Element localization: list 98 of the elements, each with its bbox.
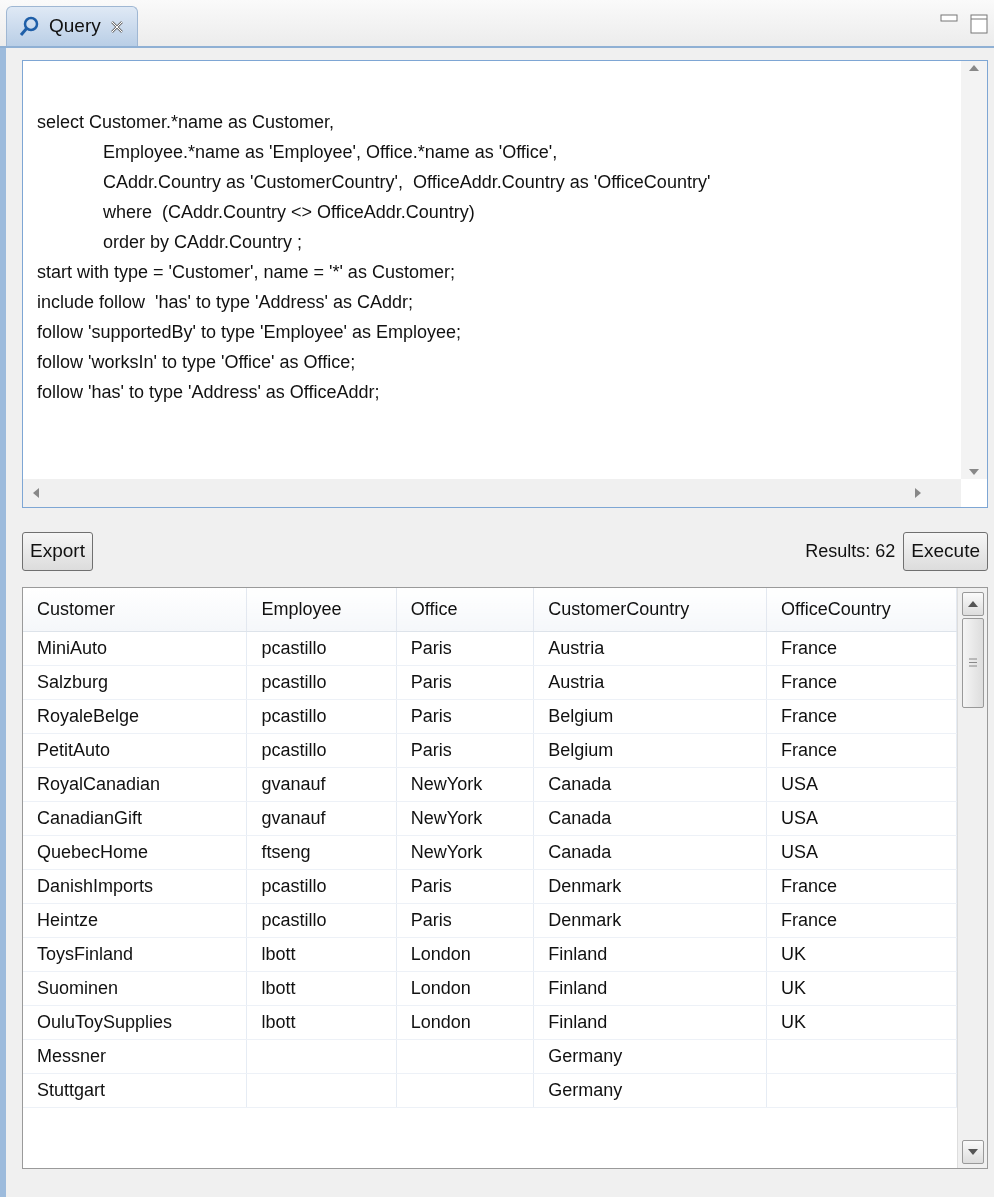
table-cell: PetitAuto xyxy=(37,740,111,760)
table-cell: Heintze xyxy=(37,910,99,930)
table-cell: Denmark xyxy=(548,876,622,896)
table-cell: lbott xyxy=(261,1012,296,1032)
table-cell: Paris xyxy=(410,706,452,726)
table-cell: gvanauf xyxy=(261,808,326,828)
scroll-down-icon[interactable] xyxy=(969,469,979,475)
table-cell: NewYork xyxy=(410,774,483,794)
scroll-up-button[interactable] xyxy=(961,591,984,616)
query-tab[interactable]: Query xyxy=(6,6,138,46)
column-header[interactable]: Employee xyxy=(247,587,397,632)
table-cell: France xyxy=(781,706,838,726)
table-cell: UK xyxy=(781,1012,807,1032)
table-cell: Canada xyxy=(548,808,612,828)
caret-up-icon xyxy=(967,600,978,607)
table-cell: Germany xyxy=(548,1080,623,1100)
table-cell: Salzburg xyxy=(37,672,109,692)
table-cell: NewYork xyxy=(410,842,483,862)
query-line: start with type = 'Customer', name = '*' as Customer; xyxy=(37,261,456,284)
table-cell: USA xyxy=(781,842,819,862)
query-line: where (CAddr.Country <> OfficeAddr.Country) xyxy=(102,201,476,224)
table-cell: Paris xyxy=(410,638,452,658)
table-cell: QuebecHome xyxy=(37,842,149,862)
table-cell: Finland xyxy=(548,978,608,998)
table-cell: Canada xyxy=(548,774,612,794)
column-header[interactable]: OfficeCountry xyxy=(766,587,957,632)
table-cell: ftseng xyxy=(261,842,311,862)
query-line: CAddr.Country as 'CustomerCountry', OfficeAddr.Country as 'OfficeCountry' xyxy=(102,171,712,194)
table-cell: pcastillo xyxy=(261,672,327,692)
minimize-icon[interactable] xyxy=(940,14,958,24)
table-cell: lbott xyxy=(261,944,296,964)
scroll-thumb[interactable] xyxy=(961,617,984,708)
table-cell: Paris xyxy=(410,876,452,896)
results-count: Results: 62 xyxy=(805,539,896,563)
scroll-right-icon[interactable] xyxy=(915,488,921,498)
table-cell: Paris xyxy=(410,740,452,760)
query-editor[interactable] xyxy=(22,60,988,508)
table-cell: Suominen xyxy=(37,978,119,998)
table-cell: Messner xyxy=(37,1046,107,1066)
caret-down-icon xyxy=(967,1148,978,1155)
scroll-up-icon[interactable] xyxy=(969,65,979,71)
table-cell: RoyalCanadian xyxy=(37,774,161,794)
search-icon xyxy=(19,15,41,38)
table-cell: USA xyxy=(781,774,819,794)
table-cell: France xyxy=(781,638,838,658)
table-cell: France xyxy=(781,672,838,692)
table-cell: Paris xyxy=(410,910,452,930)
grip-icon xyxy=(967,658,978,667)
table-cell: Austria xyxy=(548,672,605,692)
query-line: include follow 'has' to type 'Address' as CAddr; xyxy=(37,291,414,314)
table-cell: Austria xyxy=(548,638,605,658)
table-cell: France xyxy=(781,876,838,896)
table-cell: UK xyxy=(781,978,807,998)
table-cell: Belgium xyxy=(548,706,614,726)
execute-button[interactable]: Execute xyxy=(903,532,988,571)
table-cell: pcastillo xyxy=(261,638,327,658)
query-line: follow 'worksIn' to type 'Office' as Office; xyxy=(37,351,357,374)
table-cell: DanishImports xyxy=(37,876,154,896)
table-cell: USA xyxy=(781,808,819,828)
table-cell: pcastillo xyxy=(261,910,327,930)
table-cell: Germany xyxy=(548,1046,623,1066)
column-header[interactable]: Office xyxy=(396,587,534,632)
table-cell: UK xyxy=(781,944,807,964)
table-cell: Finland xyxy=(548,944,608,964)
query-line: order by CAddr.Country ; xyxy=(102,231,304,254)
table-cell: France xyxy=(781,910,838,930)
table-cell: pcastillo xyxy=(261,740,327,760)
query-line: Employee.*name as 'Employee', Office.*name as 'Office', xyxy=(102,141,559,164)
table-cell: Denmark xyxy=(548,910,622,930)
table-cell: Stuttgart xyxy=(37,1080,106,1100)
table-cell: London xyxy=(410,1012,471,1032)
table-cell: CanadianGift xyxy=(37,808,143,828)
column-header[interactable]: CustomerCountry xyxy=(533,587,767,632)
scroll-left-icon[interactable] xyxy=(33,488,39,498)
table-cell: Belgium xyxy=(548,740,614,760)
table-cell: pcastillo xyxy=(261,706,327,726)
table-cell: Paris xyxy=(410,672,452,692)
export-button[interactable]: Export xyxy=(22,532,93,571)
close-icon[interactable] xyxy=(108,18,125,35)
column-header[interactable]: Customer xyxy=(23,587,247,632)
table-cell: pcastillo xyxy=(261,876,327,896)
table-cell: lbott xyxy=(261,978,296,998)
table-cell: MiniAuto xyxy=(37,638,108,658)
table-cell: RoyaleBelge xyxy=(37,706,140,726)
table-cell: London xyxy=(410,978,471,998)
table-cell: France xyxy=(781,740,838,760)
query-line: follow 'supportedBy' to type 'Employee' as Employee; xyxy=(37,321,462,344)
maximize-icon[interactable] xyxy=(970,14,988,34)
table-cell: gvanauf xyxy=(261,774,326,794)
table-cell: London xyxy=(410,944,471,964)
table-cell: OuluToySupplies xyxy=(37,1012,173,1032)
table-cell: NewYork xyxy=(410,808,483,828)
scroll-down-button[interactable] xyxy=(961,1139,984,1164)
table-cell: Finland xyxy=(548,1012,608,1032)
query-line: select Customer.*name as Customer, xyxy=(37,111,336,134)
table-cell: Canada xyxy=(548,842,612,862)
table-cell: ToysFinland xyxy=(37,944,134,964)
query-line: follow 'has' to type 'Address' as OfficeAddr; xyxy=(37,381,381,404)
